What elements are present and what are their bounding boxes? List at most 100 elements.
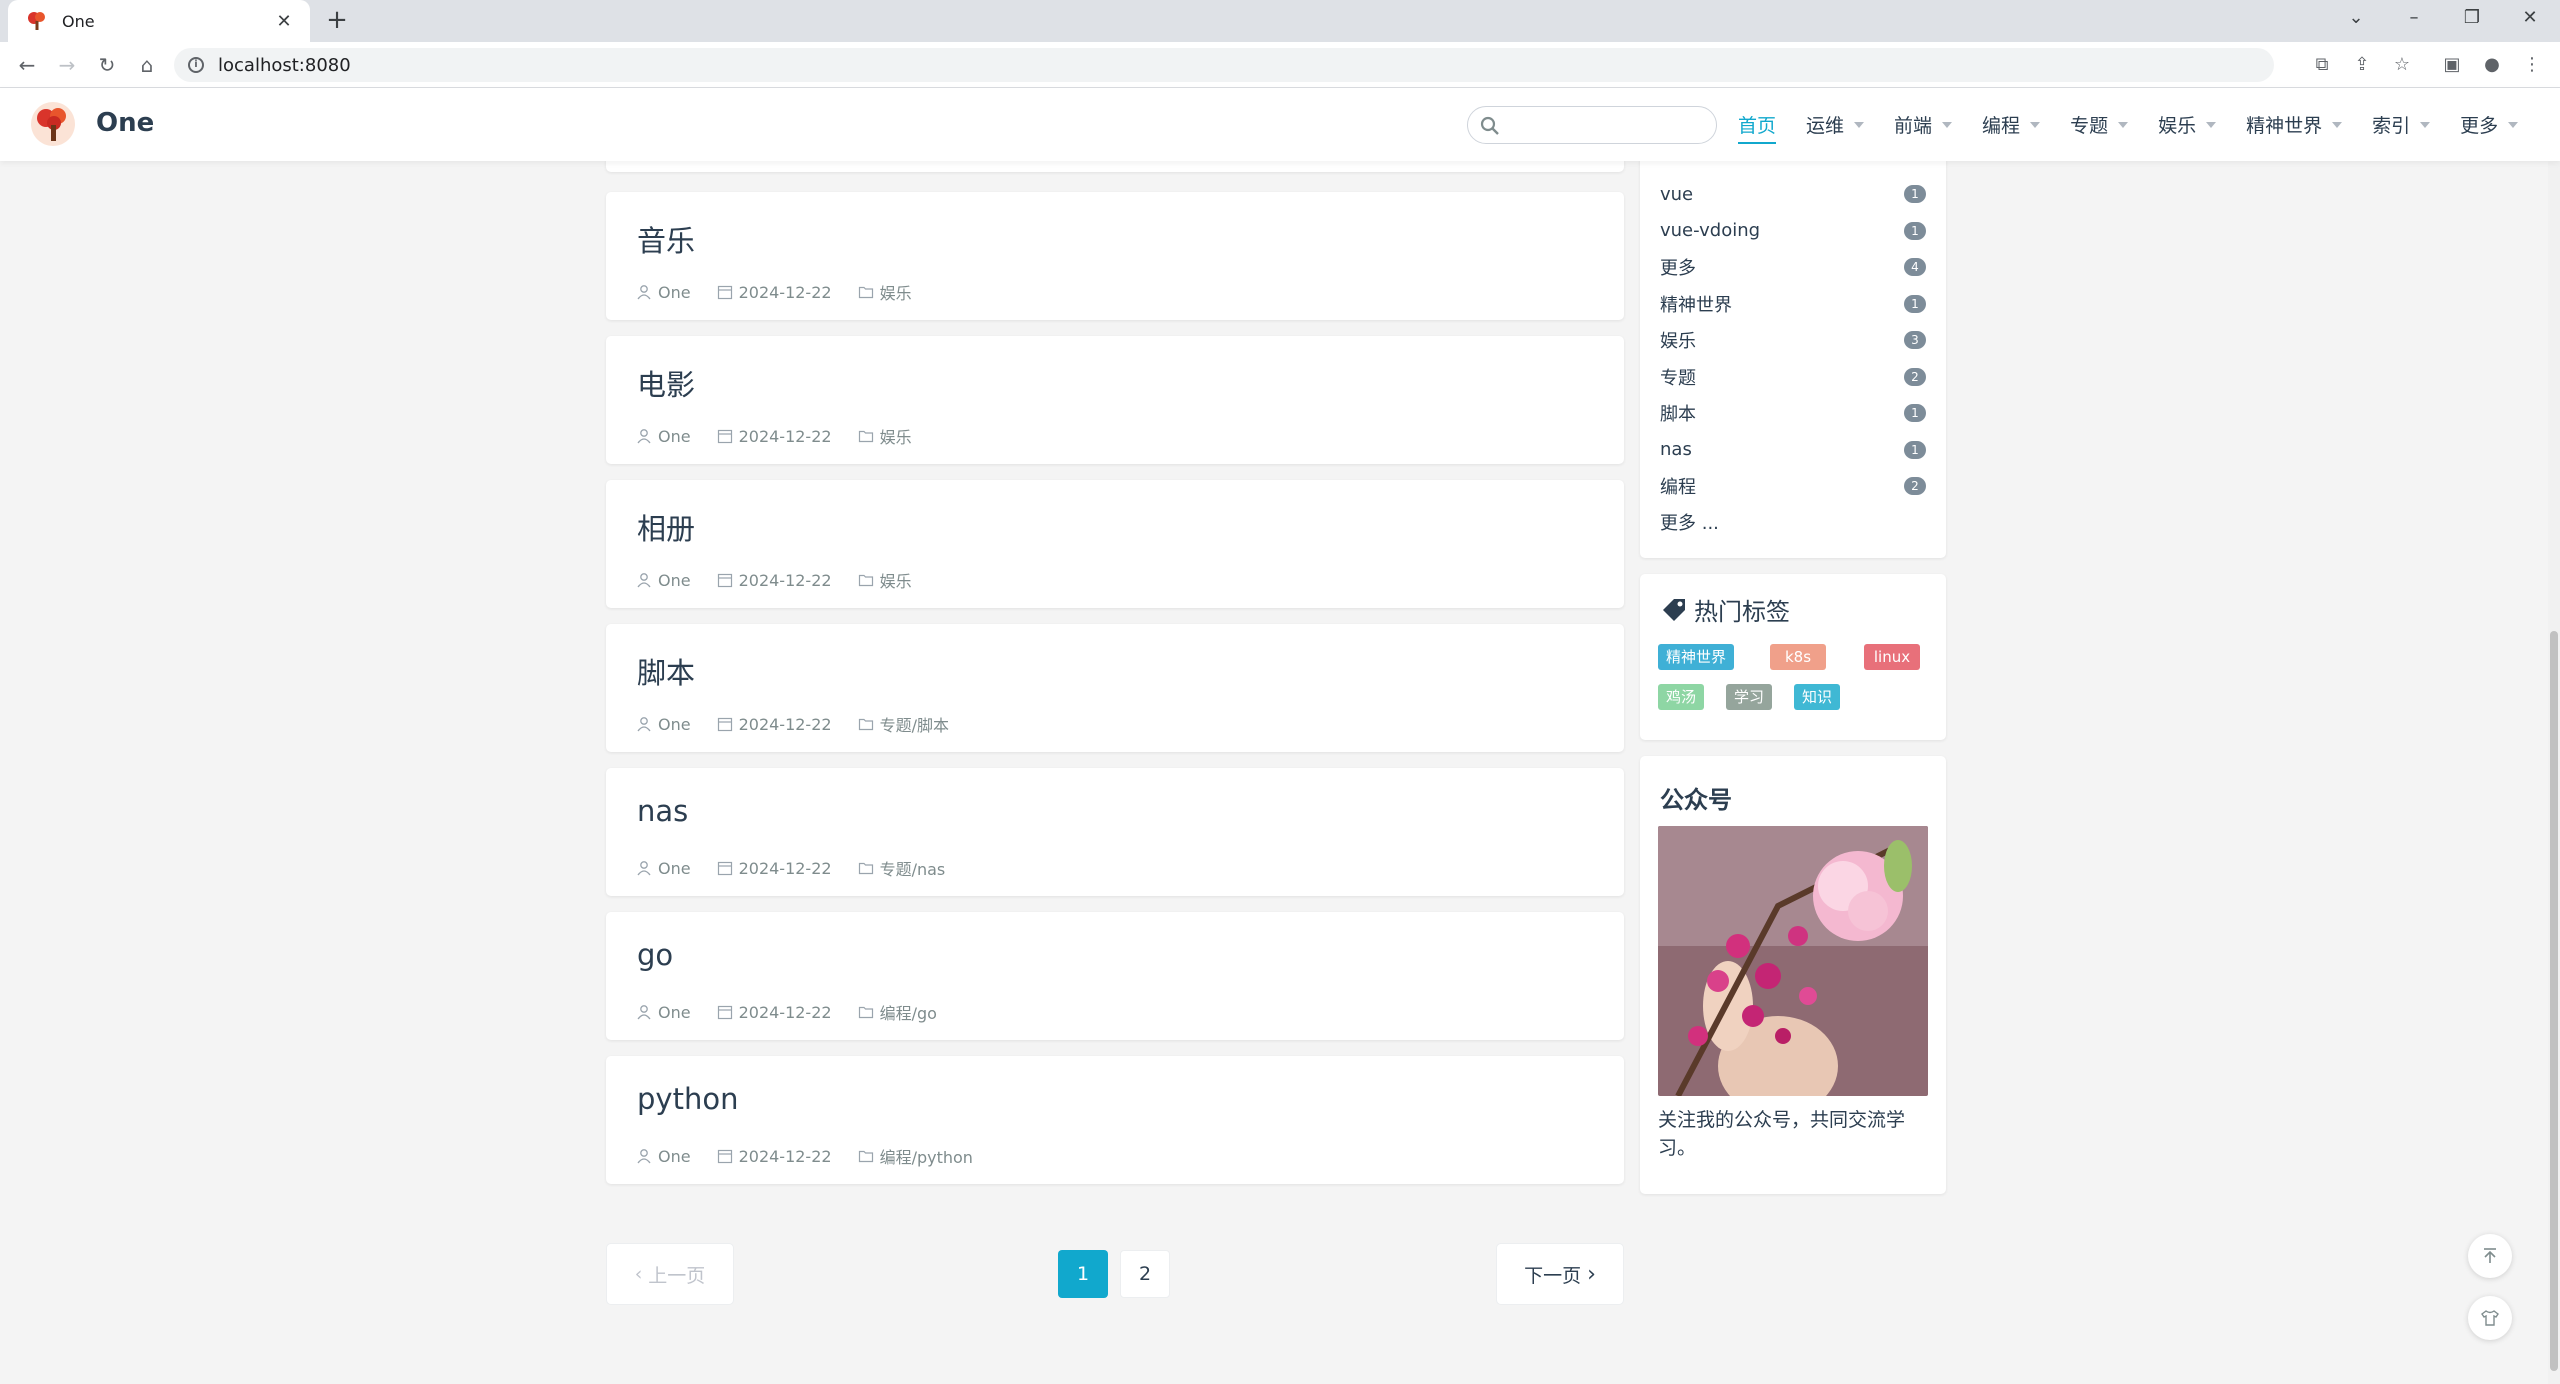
post-author[interactable]: One <box>636 1003 691 1022</box>
side-panel-icon[interactable]: ▣ <box>2440 53 2464 77</box>
post-category[interactable]: 专题/脚本 <box>858 712 949 736</box>
prev-page-button[interactable]: ‹ 上一页 <box>606 1243 734 1305</box>
post-author[interactable]: One <box>636 1147 691 1166</box>
forward-icon[interactable]: → <box>52 50 82 80</box>
calendar-icon <box>717 717 732 732</box>
translate-icon[interactable]: ⧉ <box>2310 53 2334 77</box>
post-author[interactable]: One <box>636 571 691 590</box>
site-logo-icon[interactable] <box>30 101 76 147</box>
search-box[interactable] <box>1467 106 1717 144</box>
category-count-badge: 1 <box>1904 221 1926 240</box>
address-bar[interactable]: i localhost:8080 <box>174 48 2274 82</box>
post-author[interactable]: One <box>636 715 691 734</box>
scrollbar-thumb[interactable] <box>2550 631 2558 1371</box>
category-name: nas <box>1660 439 1692 460</box>
calendar-icon <box>717 573 732 588</box>
category-item[interactable]: 娱乐 3 <box>1660 322 1926 358</box>
browser-tab[interactable]: One ✕ <box>8 0 310 42</box>
post-category[interactable]: 娱乐 <box>858 424 912 448</box>
category-item[interactable]: 更多 4 <box>1660 249 1926 285</box>
caret-down-icon <box>2206 121 2217 128</box>
tag-chip[interactable]: 精神世界 <box>1658 644 1735 670</box>
tag-chip[interactable]: 鸡汤 <box>1658 684 1705 710</box>
new-tab-icon[interactable]: + <box>322 6 352 36</box>
page-number[interactable]: 2 <box>1120 1250 1170 1298</box>
category-more-link[interactable]: 更多 ... <box>1660 504 1926 540</box>
window-close-icon[interactable]: ✕ <box>2502 0 2558 38</box>
post-title-link[interactable]: python <box>637 1082 738 1116</box>
post-title-link[interactable]: 脚本 <box>637 650 695 692</box>
post-author-name: One <box>658 282 691 302</box>
nav-spirit-world[interactable]: 精神世界 <box>2246 88 2343 161</box>
nav-entertainment[interactable]: 娱乐 <box>2158 88 2217 161</box>
bookmark-star-icon[interactable]: ☆ <box>2390 53 2414 77</box>
tag-chip[interactable]: 学习 <box>1726 684 1773 710</box>
post-category[interactable]: 编程/python <box>858 1144 973 1168</box>
page-scrollbar[interactable] <box>2548 161 2560 1384</box>
post-title-link[interactable]: go <box>637 938 673 972</box>
tab-search-icon[interactable]: ⌄ <box>2328 0 2384 38</box>
profile-icon[interactable]: ● <box>2480 53 2504 77</box>
folder-icon <box>858 718 873 731</box>
post-category[interactable]: 编程/go <box>858 1000 937 1024</box>
tag-chip[interactable]: k8s <box>1770 644 1826 670</box>
tag-chip[interactable]: 知识 <box>1794 684 1841 710</box>
post-title-link[interactable]: 电影 <box>637 362 695 404</box>
nav-index[interactable]: 索引 <box>2372 88 2431 161</box>
share-icon[interactable]: ⇪ <box>2350 53 2374 77</box>
nav-programming[interactable]: 编程 <box>1982 88 2041 161</box>
shirt-icon <box>2481 1310 2499 1326</box>
reload-icon[interactable]: ↻ <box>92 50 122 80</box>
post-author[interactable]: One <box>636 283 691 302</box>
page-number-current[interactable]: 1 <box>1058 1250 1108 1298</box>
post-card: 音乐 One 2024-12-22 娱乐 <box>606 192 1624 320</box>
post-date-text: 2024-12-22 <box>738 1146 832 1166</box>
post-category[interactable]: 专题/nas <box>858 856 945 880</box>
minimize-icon[interactable]: – <box>2386 0 2442 38</box>
nav-label: 精神世界 <box>2246 115 2323 137</box>
tag-chip[interactable]: linux <box>1864 644 1920 670</box>
category-name: 娱乐 <box>1660 331 1696 352</box>
post-author[interactable]: One <box>636 859 691 878</box>
prev-page-label: 上一页 <box>648 1264 706 1287</box>
folder-icon <box>858 862 873 875</box>
back-icon[interactable]: ← <box>12 50 42 80</box>
category-item[interactable]: 专题 2 <box>1660 359 1926 395</box>
post-title-link[interactable]: 音乐 <box>637 218 695 260</box>
user-icon <box>637 429 651 444</box>
category-item[interactable]: 脚本 1 <box>1660 395 1926 431</box>
post-meta: One 2024-12-22 娱乐 <box>636 424 938 448</box>
tab-close-icon[interactable]: ✕ <box>272 11 296 32</box>
user-icon <box>637 717 651 732</box>
category-item[interactable]: 编程 2 <box>1660 468 1926 504</box>
next-page-button[interactable]: 下一页 › <box>1496 1243 1624 1305</box>
post-category[interactable]: 娱乐 <box>858 280 912 304</box>
theme-mode-button[interactable] <box>2468 1296 2512 1340</box>
post-title-link[interactable]: nas <box>637 794 688 828</box>
nav-topics[interactable]: 专题 <box>2070 88 2129 161</box>
folder-icon <box>858 1150 873 1163</box>
browser-menu-icon[interactable]: ⋮ <box>2520 53 2544 77</box>
search-input[interactable] <box>1508 113 1708 139</box>
post-category[interactable]: 娱乐 <box>858 568 912 592</box>
post-title-link[interactable]: 相册 <box>637 506 695 548</box>
category-name: 专题 <box>1660 367 1696 389</box>
nav-home[interactable]: 首页 <box>1738 88 1777 161</box>
category-item[interactable]: nas 1 <box>1660 432 1926 468</box>
post-category-text: 娱乐 <box>879 428 912 447</box>
category-item[interactable]: vue 1 <box>1660 176 1926 212</box>
nav-frontend[interactable]: 前端 <box>1894 88 1953 161</box>
category-item[interactable]: 精神世界 1 <box>1660 286 1926 322</box>
nav-ops[interactable]: 运维 <box>1806 88 1865 161</box>
site-info-icon[interactable]: i <box>188 57 204 73</box>
post-author[interactable]: One <box>636 427 691 446</box>
restore-icon[interactable]: ❐ <box>2444 0 2500 38</box>
nav-more[interactable]: 更多 <box>2460 88 2519 161</box>
folder-icon <box>858 286 873 299</box>
category-count-badge: 1 <box>1904 185 1926 203</box>
home-icon[interactable]: ⌂ <box>132 50 162 80</box>
category-item[interactable]: vue-vdoing 1 <box>1660 213 1926 249</box>
back-to-top-button[interactable] <box>2468 1234 2512 1278</box>
site-title[interactable]: One <box>96 108 154 138</box>
wechat-image <box>1658 826 1928 1096</box>
